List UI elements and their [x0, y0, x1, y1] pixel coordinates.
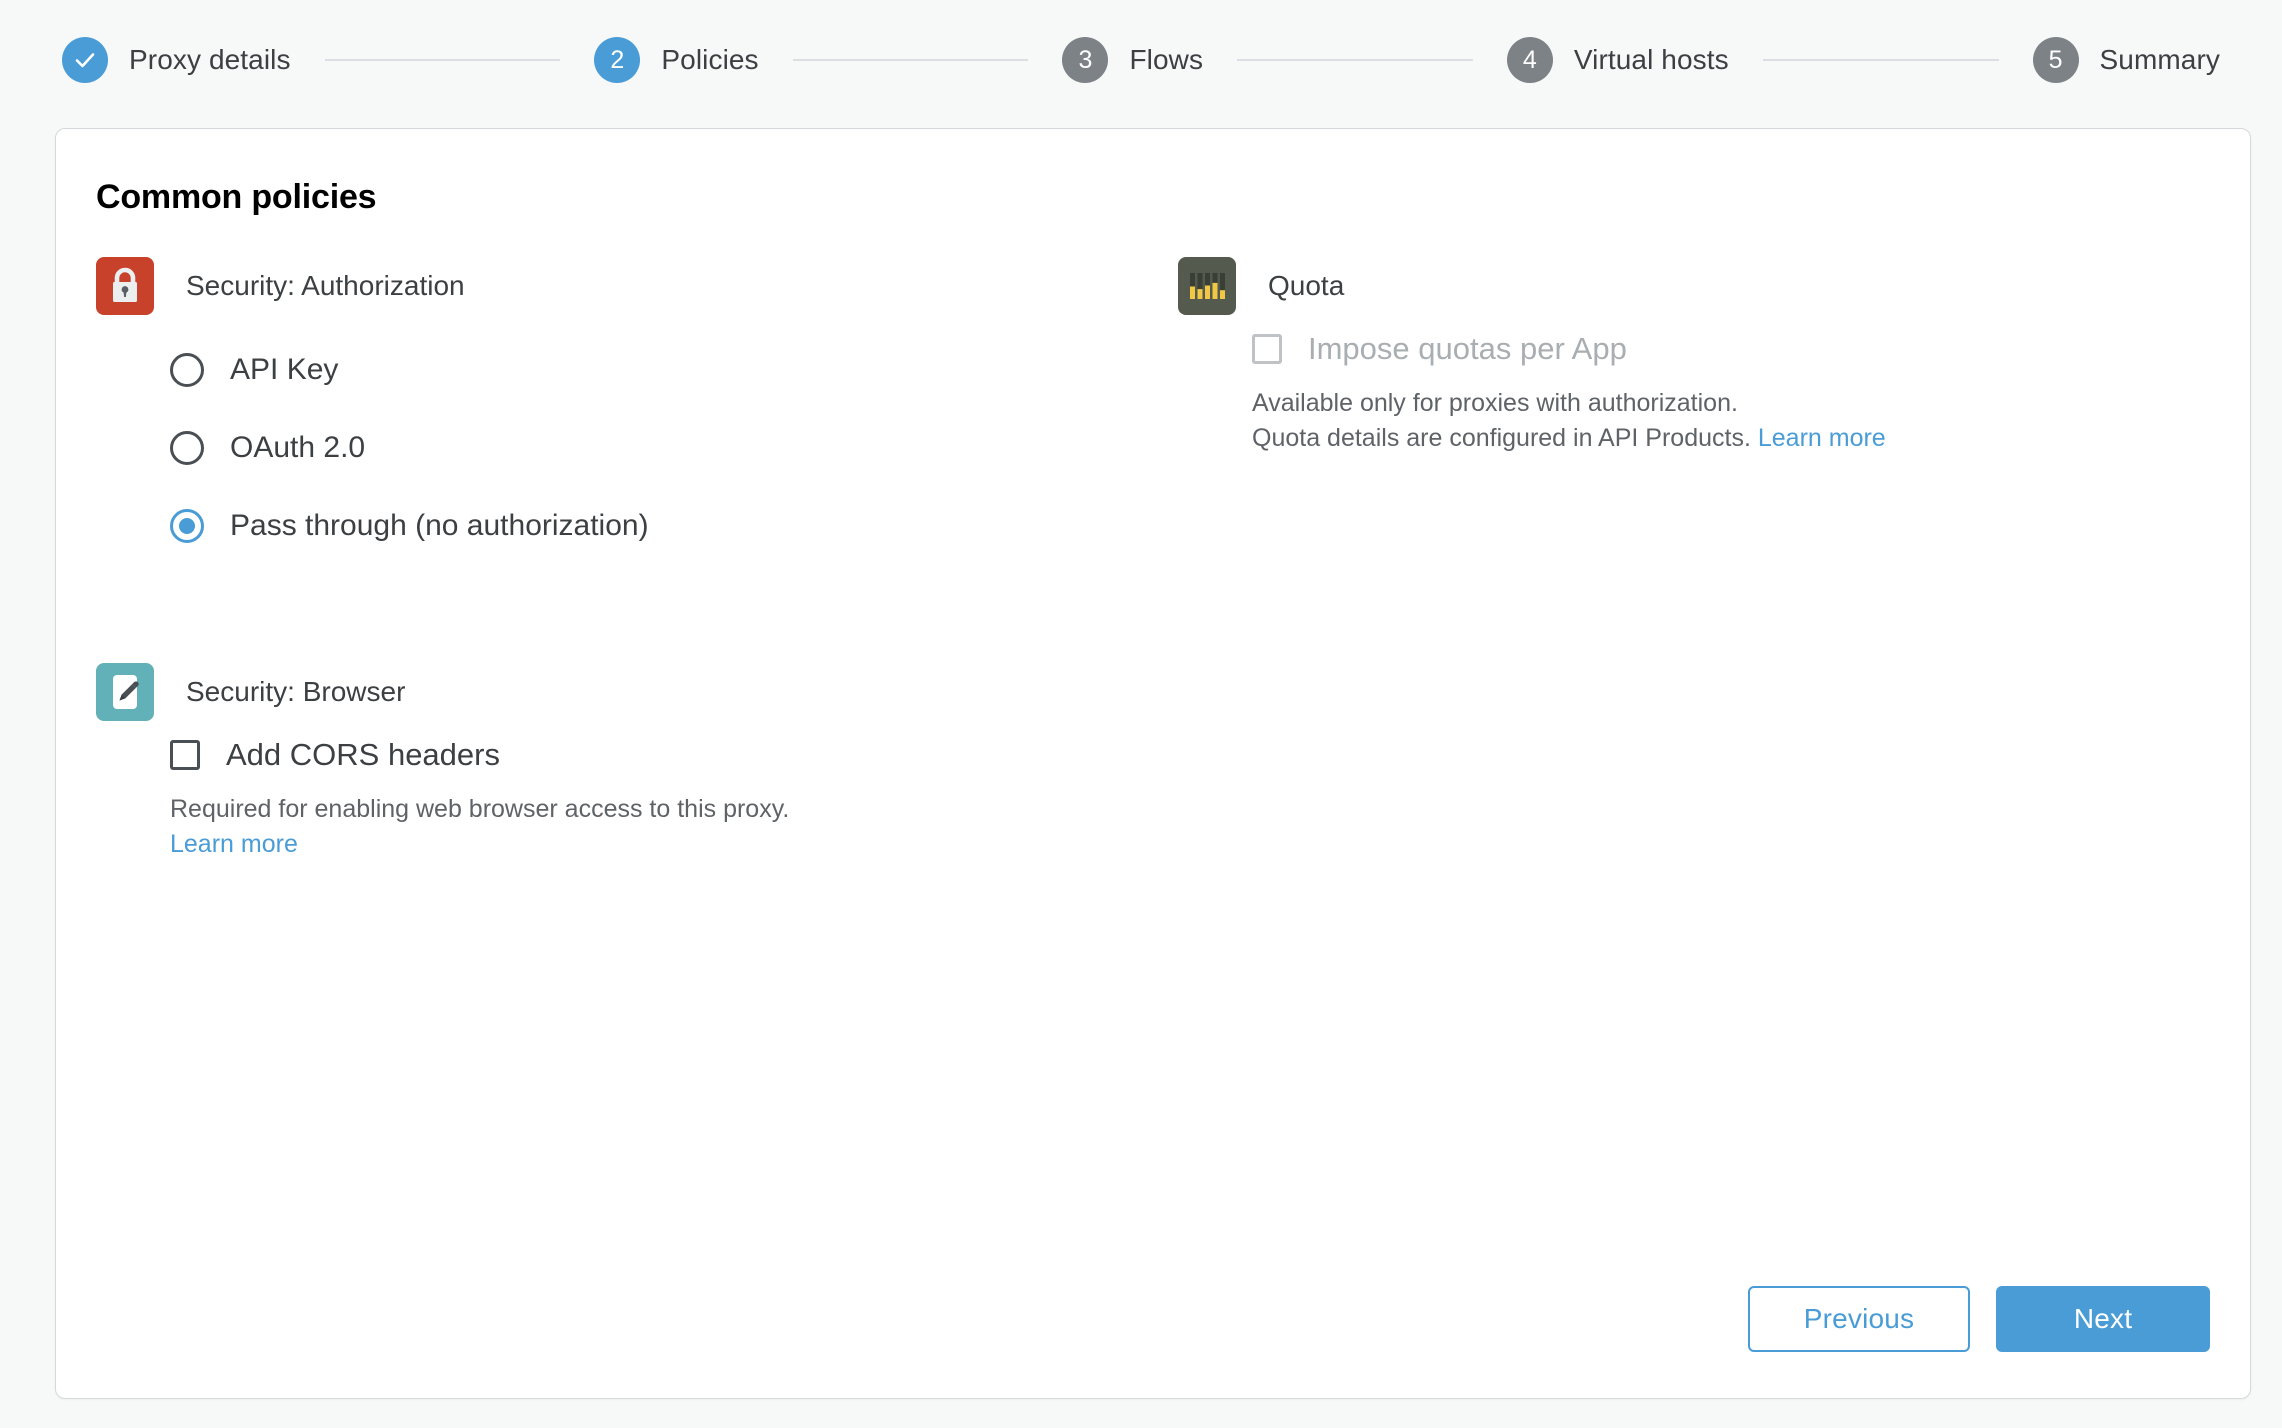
lock-icon-glyph [113, 267, 137, 302]
policy-group-browser: Security: Browser Add CORS headers Requi… [96, 663, 1096, 861]
step-summary[interactable]: 5 Summary [2032, 37, 2221, 83]
cors-help-line: Required for enabling web browser access… [170, 795, 790, 823]
radio-api-key[interactable] [170, 353, 204, 387]
check-icon [75, 53, 95, 68]
radio-oauth[interactable] [170, 431, 204, 465]
step-5-bullet: 5 [2032, 37, 2079, 83]
authorization-title: Security: Authorization [186, 270, 465, 301]
previous-button[interactable]: Previous [1748, 1286, 1970, 1352]
step-2-label: Policies [661, 44, 759, 75]
quota-learn-more-link[interactable]: Learn more [1758, 424, 1886, 452]
page-title: Common policies [96, 178, 377, 216]
radio-pass-through-label: Pass through (no authorization) [230, 509, 649, 542]
step-2-bullet: 2 [594, 37, 641, 83]
quota-title: Quota [1268, 270, 1345, 301]
right-column: Quota Impose quotas per App Available on… [1096, 257, 2210, 959]
quota-help-text: Available only for proxies with authoriz… [1252, 386, 2210, 455]
checkbox-add-cors-headers[interactable] [170, 740, 200, 770]
authorization-header: Security: Authorization [96, 257, 1096, 315]
next-button[interactable]: Next [1996, 1286, 2210, 1352]
checkbox-impose-quotas-label: Impose quotas per App [1308, 331, 1627, 366]
step-5-label: Summary [2099, 44, 2221, 75]
quota-bars-icon-glyph [1190, 273, 1225, 299]
policy-columns: Security: Authorization API Key OAuth 2.… [56, 257, 2250, 959]
quota-help-line-1: Available only for proxies with authoriz… [1252, 389, 1738, 417]
checkbox-add-cors-headers-label: Add CORS headers [226, 737, 500, 772]
step-proxy-details[interactable]: Proxy details [62, 37, 291, 83]
checkbox-row-quota: Impose quotas per App [1252, 331, 2210, 367]
radio-option-api-key[interactable]: API Key [170, 331, 1096, 409]
cors-help-text: Required for enabling web browser access… [170, 792, 1096, 861]
wizard-stepper: Proxy details 2 Policies 3 Flows 4 Virtu… [0, 0, 2282, 120]
step-4-bullet: 4 [1506, 37, 1553, 83]
step-connector-3 [1237, 59, 1473, 61]
step-3-bullet: 3 [1062, 37, 1109, 83]
quota-bars-icon [1178, 257, 1236, 315]
radio-api-key-label: API Key [230, 353, 339, 386]
step-policies[interactable]: 2 Policies [594, 37, 759, 83]
wizard-footer: Previous Next [1748, 1286, 2210, 1352]
quota-header: Quota [1178, 257, 2210, 315]
step-connector-1 [324, 59, 561, 61]
pencil-icon-glyph [113, 675, 139, 709]
authorization-options: API Key OAuth 2.0 Pass through (no autho… [96, 331, 1096, 565]
browser-options: Add CORS headers Required for enabling w… [96, 737, 1096, 861]
step-connector-4 [1762, 59, 1999, 61]
browser-title: Security: Browser [186, 676, 406, 707]
radio-option-pass-through[interactable]: Pass through (no authorization) [170, 487, 1096, 565]
radio-oauth-label: OAuth 2.0 [230, 431, 366, 464]
step-virtual-hosts[interactable]: 4 Virtual hosts [1506, 37, 1729, 83]
policy-group-quota: Quota Impose quotas per App Available on… [1178, 257, 2210, 455]
left-column: Security: Authorization API Key OAuth 2.… [96, 257, 1096, 959]
lock-icon [96, 257, 154, 315]
browser-header: Security: Browser [96, 663, 1096, 721]
quota-help-line-2: Quota details are configured in API Prod… [1252, 423, 1751, 452]
radio-option-oauth[interactable]: OAuth 2.0 [170, 409, 1096, 487]
policy-group-authorization: Security: Authorization API Key OAuth 2.… [96, 257, 1096, 565]
pencil-icon [96, 663, 154, 721]
checkbox-impose-quotas [1252, 334, 1282, 364]
step-3-label: Flows [1129, 44, 1204, 75]
policies-card: Common policies Security: Authorization [55, 128, 2251, 1399]
cors-learn-more-link[interactable]: Learn more [170, 830, 298, 858]
radio-pass-through[interactable] [170, 509, 204, 543]
step-1-label: Proxy details [129, 44, 291, 75]
quota-help-line-2-wrap: Quota details are configured in API Prod… [1252, 421, 2210, 456]
checkbox-row-cors[interactable]: Add CORS headers [170, 737, 1096, 773]
step-4-label: Virtual hosts [1573, 44, 1729, 75]
quota-options: Impose quotas per App Available only for… [1178, 331, 2210, 455]
step-connector-2 [792, 59, 1029, 61]
step-flows[interactable]: 3 Flows [1062, 37, 1203, 83]
step-1-bullet [62, 37, 108, 83]
